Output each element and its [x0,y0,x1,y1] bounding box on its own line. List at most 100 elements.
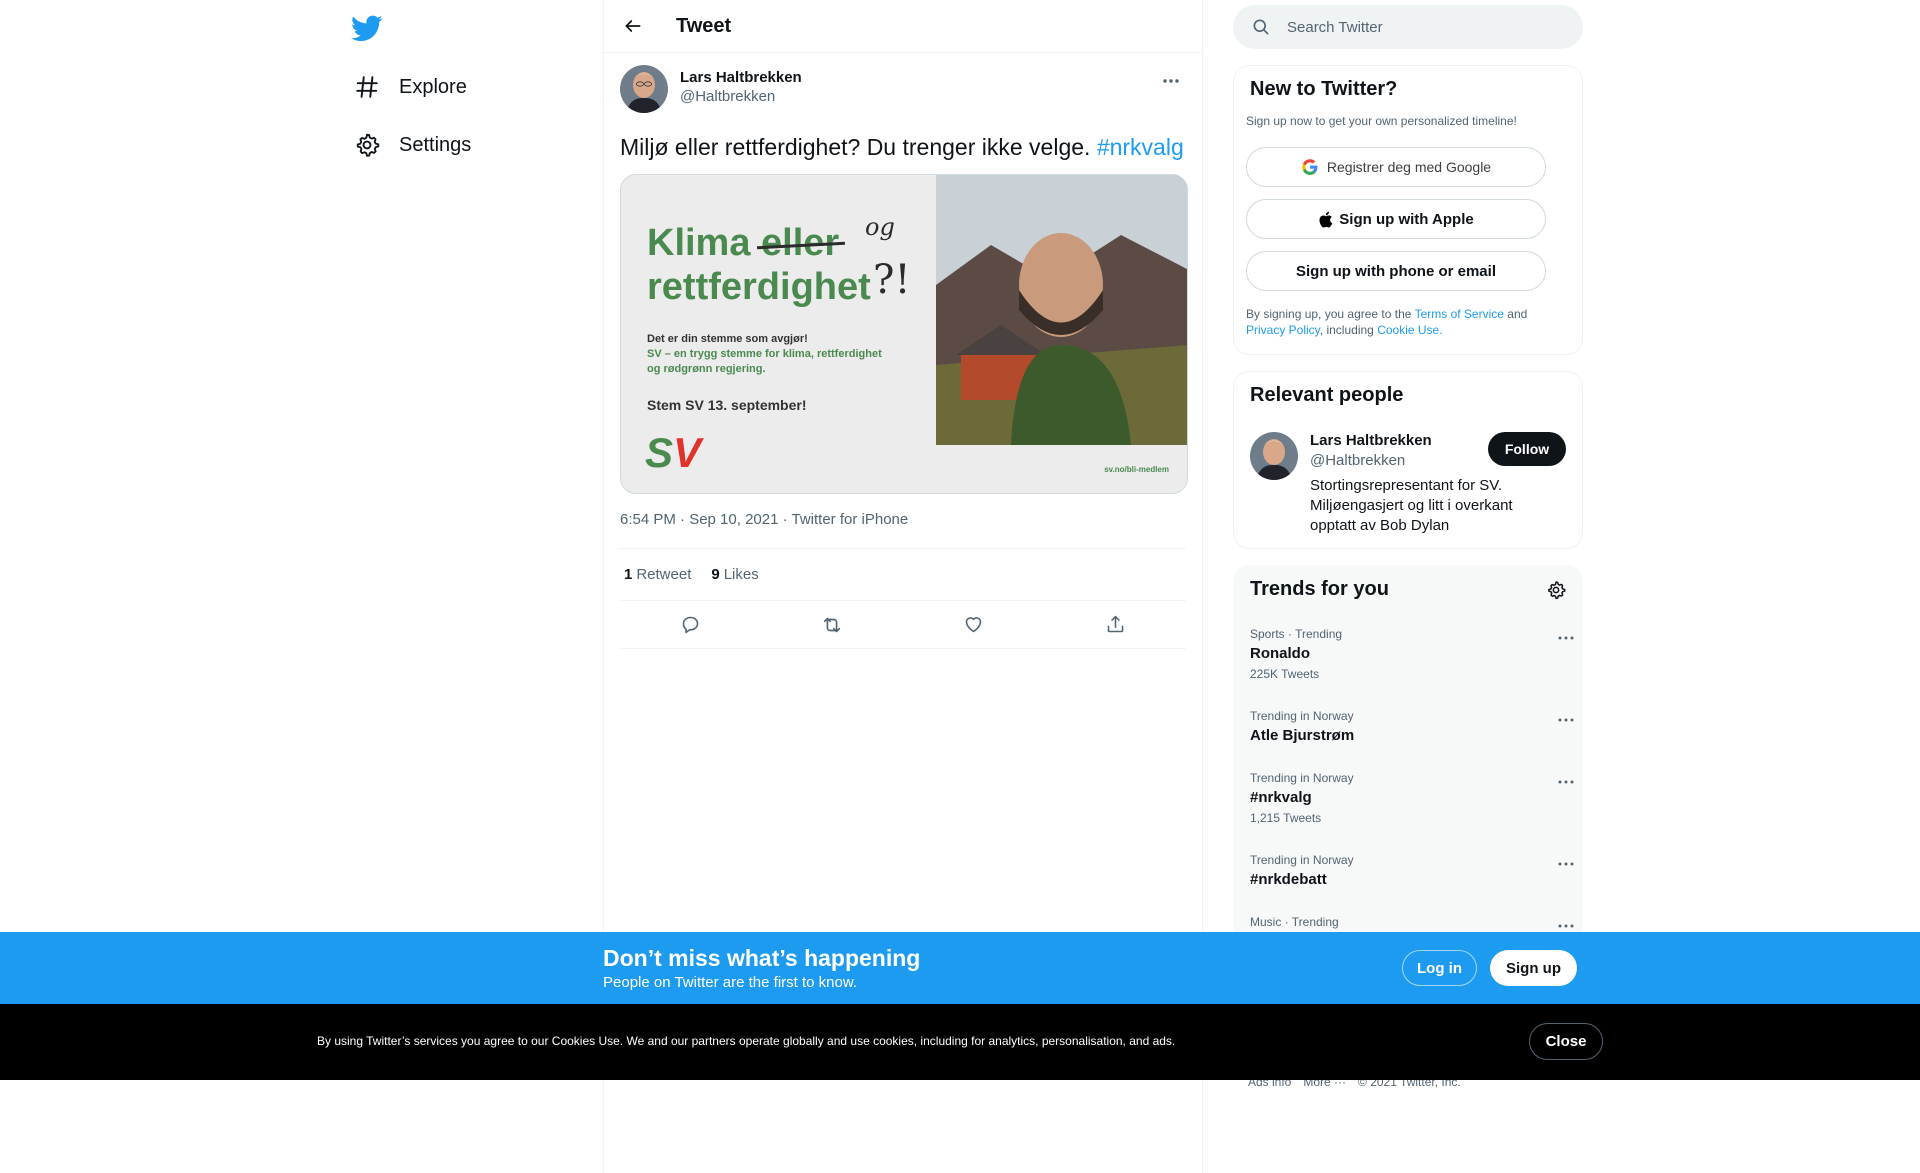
tweet-stats: 1 Retweet 9 Likes [620,548,1186,601]
media-line3: og rødgrønn regjering. [647,363,766,375]
avatar[interactable] [620,65,668,113]
login-prompt-title: Don’t miss what’s happening [603,945,921,971]
relevant-avatar[interactable] [1250,432,1298,480]
google-signup-button[interactable]: Registrer deg med Google [1246,147,1546,187]
login-button[interactable]: Log in [1402,950,1477,986]
phone-signup-button[interactable]: Sign up with phone or email [1246,251,1546,291]
trend-context: Music · Trending [1250,915,1339,929]
trend-context: Trending in Norway [1250,709,1354,723]
cookie-close-button[interactable]: Close [1529,1023,1603,1060]
retweet-count: 1 [624,566,633,583]
trend-item[interactable]: Sports · Trending Ronaldo 225K Tweets [1250,627,1574,681]
media-cta: Stem SV 13. september! [647,397,807,413]
cookie-use-link[interactable]: Cookie Use. [1377,323,1442,337]
like-count: 9 [711,566,720,583]
arrow-left-icon[interactable] [613,6,653,46]
relevant-handle[interactable]: @Haltbrekken [1310,452,1405,469]
login-prompt-subtitle: People on Twitter are the first to know. [603,974,858,991]
trend-name: Atle Bjurstrøm [1250,727,1355,744]
signup-title: New to Twitter? [1250,78,1398,100]
legal-prefix: By signing up, you agree to the [1246,307,1412,321]
trend-name: #nrkdebatt [1250,871,1327,888]
page-title: Tweet [676,14,732,37]
google-signup-label: Registrer deg med Google [1326,159,1492,175]
relevant-name[interactable]: Lars Haltbrekken [1310,432,1432,449]
tos-link[interactable]: Terms of Service [1415,307,1504,321]
tweet-hashtag[interactable]: #nrkvalg [1097,134,1184,160]
media-url: sv.no/bli-medlem [1104,465,1169,474]
login-prompt-bar: Don’t miss what’s happening People on Tw… [0,932,1920,1004]
legal-including: , including [1319,323,1374,337]
search-box[interactable] [1233,5,1583,49]
gear-icon [353,131,381,159]
trends-card: Trends for you Sports · Trending Ronaldo… [1233,565,1583,932]
retweet-stat[interactable]: 1 Retweet [624,566,691,583]
trend-name: #nrkvalg [1250,789,1312,806]
reply-icon[interactable] [673,607,709,643]
trend-count: 1,215 Tweets [1250,811,1322,825]
tweet-media[interactable]: Klima eller og rettferdighet ?! Det er d… [620,174,1188,494]
signup-legal: By signing up, you agree to the Terms of… [1246,306,1566,338]
search-icon [1251,17,1271,37]
media-headline: Klima eller [647,221,846,265]
signup-button[interactable]: Sign up [1490,950,1577,986]
more-icon[interactable] [1554,855,1578,873]
media-struck: eller [757,222,846,264]
author-handle[interactable]: @Haltbrekken [680,88,802,105]
tweet-header: Tweet [604,0,1202,53]
trend-name: Ronaldo [1250,645,1310,662]
trend-count: 225K Tweets [1250,667,1320,681]
share-icon[interactable] [1097,607,1133,643]
signup-card: New to Twitter? Sign up now to get your … [1233,65,1583,355]
apple-signup-label: Sign up with Apple [1339,210,1474,228]
retweet-label: Retweet [636,566,692,583]
media-word2: rettferdighet [647,266,871,308]
media-line1: Det er din stemme som avgjør! [647,333,808,345]
media-scribble-og: og [865,213,895,241]
more-icon[interactable] [1554,629,1578,647]
trends-settings-icon[interactable] [1546,580,1566,605]
trends-title: Trends for you [1250,578,1389,600]
sv-logo: SV [645,429,702,476]
media-scribble-mark: ?! [873,257,911,303]
trend-item[interactable]: Trending in Norway Atle Bjurstrøm [1250,709,1574,744]
more-icon[interactable] [1554,711,1578,729]
legal-and: and [1507,307,1528,321]
like-label: Likes [723,566,759,583]
hashtag-icon [353,73,381,101]
tweet-author: Lars Haltbrekken @Haltbrekken [620,65,1186,115]
twitter-bird-icon[interactable] [351,12,383,44]
trend-item[interactable]: Music · Trending [1250,915,1574,929]
nav-settings[interactable]: Settings [353,125,471,165]
follow-button[interactable]: Follow [1488,432,1566,466]
privacy-link[interactable]: Privacy Policy [1246,323,1320,337]
like-stat[interactable]: 9 Likes [711,566,758,583]
tweet-timestamp[interactable]: 6:54 PM · Sep 10, 2021 · Twitter for iPh… [620,511,1186,531]
cookie-text: By using Twitter’s services you agree to… [317,1034,1176,1048]
nav-explore-label: Explore [399,75,467,98]
more-icon[interactable] [1156,69,1186,93]
heart-icon[interactable] [956,607,992,643]
more-icon[interactable] [1554,773,1578,791]
apple-signup-button[interactable]: Sign up with Apple [1246,199,1546,239]
retweet-icon[interactable] [814,607,850,643]
trend-item[interactable]: Trending in Norway #nrkvalg 1,215 Tweets [1250,771,1574,825]
cookie-banner: By using Twitter’s services you agree to… [0,1004,1920,1080]
author-name[interactable]: Lars Haltbrekken [680,69,802,86]
page: Explore Settings Tweet Lars Haltbrekken … [0,0,1920,1173]
apple-icon [1318,211,1333,228]
relevant-people-card: Relevant people Lars Haltbrekken @Haltbr… [1233,371,1583,549]
google-icon [1301,158,1319,176]
trend-context: Sports · Trending [1250,627,1343,641]
trend-item[interactable]: Trending in Norway #nrkdebatt [1250,853,1574,888]
signup-subtitle: Sign up now to get your own personalized… [1246,114,1517,128]
search-input[interactable] [1287,18,1547,36]
nav-explore[interactable]: Explore [353,67,467,107]
media-word1: Klima [647,222,751,264]
relevant-title: Relevant people [1250,384,1404,406]
relevant-bio: Stortingsrepresentant for SV. Miljøengas… [1310,477,1513,534]
trend-context: Trending in Norway [1250,771,1354,785]
author-meta: Lars Haltbrekken @Haltbrekken [680,69,802,105]
tweet-actions [620,601,1186,649]
tweet-body: Miljø eller rettferdighet? Du trenger ik… [620,134,1091,160]
